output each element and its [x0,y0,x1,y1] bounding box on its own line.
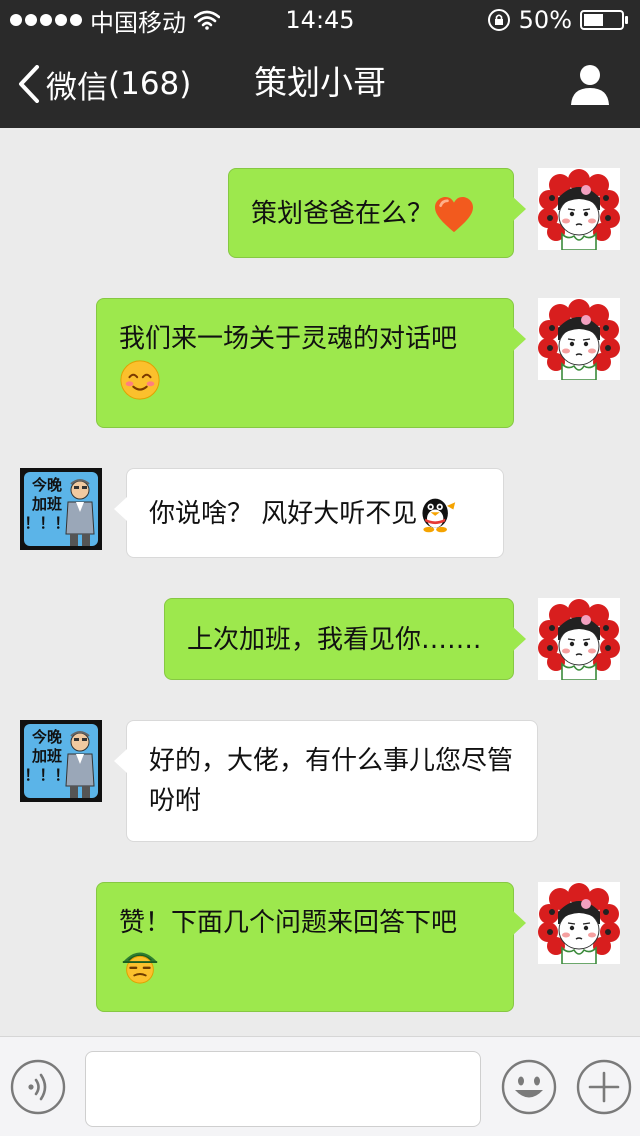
user-avatar[interactable] [538,298,620,380]
signal-strength-icon [10,14,82,26]
chat-title: 策划小哥 [254,63,386,102]
more-actions-button[interactable] [576,1059,632,1115]
message-text: 好的，大佬，有什么事儿您尽管吩咐 [149,746,514,816]
unread-count: (168) [108,66,192,102]
chevron-left-icon [19,65,39,103]
message-row-outgoing: 我们来一场关于灵魂的对话吧 [0,298,640,430]
rotation-lock-icon [487,8,511,32]
voice-icon [10,1059,66,1115]
message-bubble[interactable]: 赞！下面几个问题来回答下吧 [96,882,526,1012]
navigation-bar: 微信 (168) 策划小哥 [0,40,640,128]
message-text: 你说啥？ 风好大听不见 [149,499,418,529]
battery-percent: 50% [518,6,572,34]
message-input-bar [0,1036,640,1136]
message-text-input[interactable] [85,1051,481,1127]
voice-input-button[interactable] [10,1059,66,1115]
turtle-emoji [119,943,161,985]
back-button[interactable]: 微信 (168) [18,40,191,128]
message-bubble[interactable]: 我们来一场关于灵魂的对话吧 [96,298,526,428]
message-row-incoming: 今晚 加班 ！！！ 你说啥？ 风好大听不见 [0,468,640,560]
battery-icon [580,9,630,31]
message-text: 上次加班，我看见你……. [187,625,482,655]
wechat-chat-screen: 中国移动 14:45 50% 微信 (168) 策划小哥 策划爸爸在么？ 我们来… [0,0,640,1136]
status-bar: 中国移动 14:45 50% [0,0,640,40]
message-row-outgoing: 赞！下面几个问题来回答下吧 [0,882,640,1014]
message-bubble[interactable]: 策划爸爸在么？ [228,168,526,258]
wifi-icon [194,10,220,30]
message-row-outgoing: 策划爸爸在么？ [0,168,640,260]
user-avatar[interactable] [538,882,620,964]
person-icon [571,65,609,105]
message-row-incoming: 今晚 加班 ！！！ 好的，大佬，有什么事儿您尽管吩咐 [0,720,640,842]
emoji-button[interactable] [501,1059,557,1115]
user-avatar[interactable] [538,168,620,250]
contact-avatar[interactable]: 今晚 加班 ！！！ [20,468,102,550]
carrier-name: 中国移动 [90,8,186,37]
message-text: 赞！下面几个问题来回答下吧 [119,908,458,938]
user-avatar[interactable] [538,598,620,680]
smiling-face-emoji [119,359,161,401]
message-text: 策划爸爸在么？ [251,199,434,229]
message-bubble[interactable]: 好的，大佬，有什么事儿您尽管吩咐 [114,720,538,842]
contact-avatar[interactable]: 今晚 加班 ！！！ [20,720,102,802]
chat-info-button[interactable] [568,62,612,106]
avatar-caption: 今晚 加班 ！！！ [24,728,70,784]
avatar-caption: 今晚 加班 ！！！ [24,476,70,532]
chat-message-list[interactable]: 策划爸爸在么？ 我们来一场关于灵魂的对话吧 今晚 加班 ！！！ 你说啥？ 风好大… [0,128,640,1036]
message-row-outgoing: 上次加班，我看见你……. [0,598,640,680]
orange-heart-emoji [433,196,475,234]
message-bubble[interactable]: 上次加班，我看见你……. [164,598,526,680]
qq-penguin-emoji [417,495,457,535]
smiley-icon [501,1059,557,1115]
status-right: 50% [487,4,630,36]
plus-icon [576,1059,632,1115]
message-bubble[interactable]: 你说啥？ 风好大听不见 [114,468,504,558]
message-text: 我们来一场关于灵魂的对话吧 [119,324,458,354]
back-label: 微信 [46,69,108,106]
status-left: 中国移动 [10,4,220,37]
